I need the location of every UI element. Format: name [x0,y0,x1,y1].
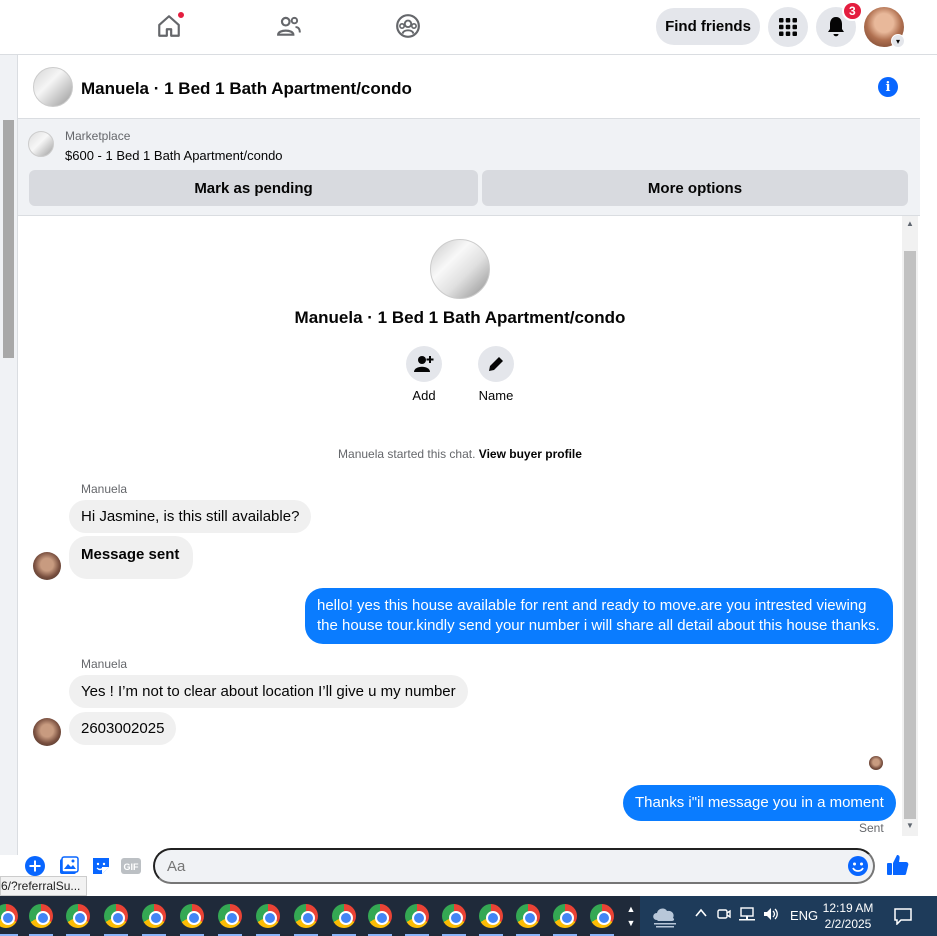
windows-taskbar: ▲ ▼ ENG 12:19 AM 2/2/2025 [0,896,937,936]
chrome-taskbar-icon[interactable] [330,902,358,936]
mark-as-pending-button[interactable]: Mark as pending [29,170,478,206]
weather-cloud-icon[interactable] [650,904,680,928]
pencil-icon[interactable] [478,346,514,382]
chevron-up-icon[interactable] [694,906,708,923]
gif-label: GIF [124,862,140,872]
gif-icon[interactable]: GIF [120,855,142,877]
info-icon[interactable]: i [878,77,898,97]
add-person-icon[interactable] [406,346,442,382]
chrome-taskbar-icon[interactable] [216,902,244,936]
taskbar-clock[interactable]: 12:19 AM 2/2/2025 [818,900,878,932]
message-thread: Manuela · 1 Bed 1 Bath Apartment/condo A… [18,216,902,846]
more-options-button[interactable]: More options [482,170,908,206]
chrome-taskbar-icon[interactable] [403,902,431,936]
chrome-taskbar-icon[interactable] [440,902,468,936]
notifications-bell-icon[interactable]: 3 [816,1,863,47]
home-notification-dot [177,11,185,19]
chrome-taskbar-icon[interactable] [514,902,542,936]
scroll-up-arrow-icon[interactable]: ▲ [906,219,914,228]
incoming-message[interactable]: Hi Jasmine, is this still available? [69,500,312,533]
thumbs-up-icon[interactable] [886,853,910,877]
chrome-taskbar-icon[interactable] [0,902,20,936]
sender-name: Manuela [81,482,128,496]
chat-started-notice: Manuela started this chat. View buyer pr… [18,447,902,461]
chrome-taskbar-icon[interactable] [477,902,505,936]
chrome-taskbar-icon[interactable] [140,902,168,936]
add-label: Add [412,388,436,403]
read-receipt-avatar [869,756,883,770]
sender-avatar[interactable] [33,552,61,580]
chat-scrollbar-thumb[interactable] [904,251,916,819]
outgoing-message[interactable]: hello! yes this house available for rent… [305,588,893,644]
photo-icon[interactable] [58,855,80,877]
chrome-taskbar-icon[interactable] [551,902,579,936]
outgoing-message[interactable]: Thanks i"il message you in a moment [623,785,896,821]
chrome-taskbar-icon[interactable] [588,902,616,936]
clock-time: 12:19 AM [822,901,874,915]
sticker-icon[interactable] [90,855,112,877]
chrome-taskbar-icon[interactable] [178,902,206,936]
chrome-taskbar-icon[interactable] [366,902,394,936]
chat-scrollbar[interactable]: ▲ ▼ [902,216,918,836]
sender-name: Manuela [81,657,128,671]
taskbar-overflow-arrows-icon[interactable]: ▲ ▼ [622,896,640,936]
page-scrollbar-thumb[interactable] [3,120,14,358]
notification-count-badge: 3 [842,1,863,21]
status-bar-url: 6/?referralSu... [0,876,88,896]
incoming-message[interactable]: Message sent [69,536,194,579]
add-people-button[interactable]: Add [394,346,454,403]
emoji-icon[interactable] [847,855,869,877]
chrome-taskbar-icon[interactable] [102,902,130,936]
chrome-taskbar-icon[interactable] [64,902,92,936]
name-chat-button[interactable]: Name [466,346,526,403]
meet-now-icon[interactable] [716,906,732,925]
chat-avatar[interactable] [33,67,73,107]
chrome-taskbar-icon[interactable] [254,902,282,936]
find-friends-button[interactable]: Find friends [656,8,760,45]
scroll-down-arrow-icon[interactable]: ▼ [906,821,914,830]
network-icon[interactable] [738,906,756,925]
listing-thumbnail[interactable] [28,131,54,157]
conversation-avatar [430,239,490,299]
conversation-title: Manuela · 1 Bed 1 Bath Apartment/condo [294,308,626,327]
chrome-taskbar-icon[interactable] [292,902,320,936]
friends-icon[interactable] [275,12,303,40]
started-text: Manuela started this chat. [338,447,476,461]
incoming-message[interactable]: 2603002025 [69,712,177,745]
system-tray: ENG 12:19 AM 2/2/2025 [640,896,937,936]
sender-avatar[interactable] [33,718,61,746]
chevron-down-icon[interactable]: ▾ [891,34,905,48]
language-indicator[interactable]: ENG [790,908,818,923]
marketplace-banner: Marketplace $600 - 1 Bed 1 Bath Apartmen… [18,119,920,216]
chrome-taskbar-icon[interactable] [27,902,55,936]
volume-icon[interactable] [762,906,780,925]
top-navigation: Find friends 3 ▾ [0,0,937,55]
listing-title[interactable]: $600 - 1 Bed 1 Bath Apartment/condo [65,148,283,163]
menu-grid-icon[interactable] [768,7,808,47]
plus-circle-icon[interactable] [24,855,46,877]
chat-title[interactable]: Manuela · 1 Bed 1 Bath Apartment/condo [81,79,412,99]
groups-icon[interactable] [394,12,422,40]
sent-status: Sent [859,821,884,835]
home-icon[interactable] [155,11,185,40]
notification-center-icon[interactable] [893,907,913,926]
view-buyer-profile-link[interactable]: View buyer profile [479,447,582,461]
clock-date: 2/2/2025 [824,917,872,931]
name-label: Name [478,388,514,403]
incoming-message[interactable]: Yes ! I’m not to clear about location I’… [69,675,468,708]
marketplace-label: Marketplace [65,129,131,143]
chat-header: Manuela · 1 Bed 1 Bath Apartment/condo i [18,55,920,119]
message-composer: GIF [18,846,920,888]
message-input[interactable] [153,848,875,884]
